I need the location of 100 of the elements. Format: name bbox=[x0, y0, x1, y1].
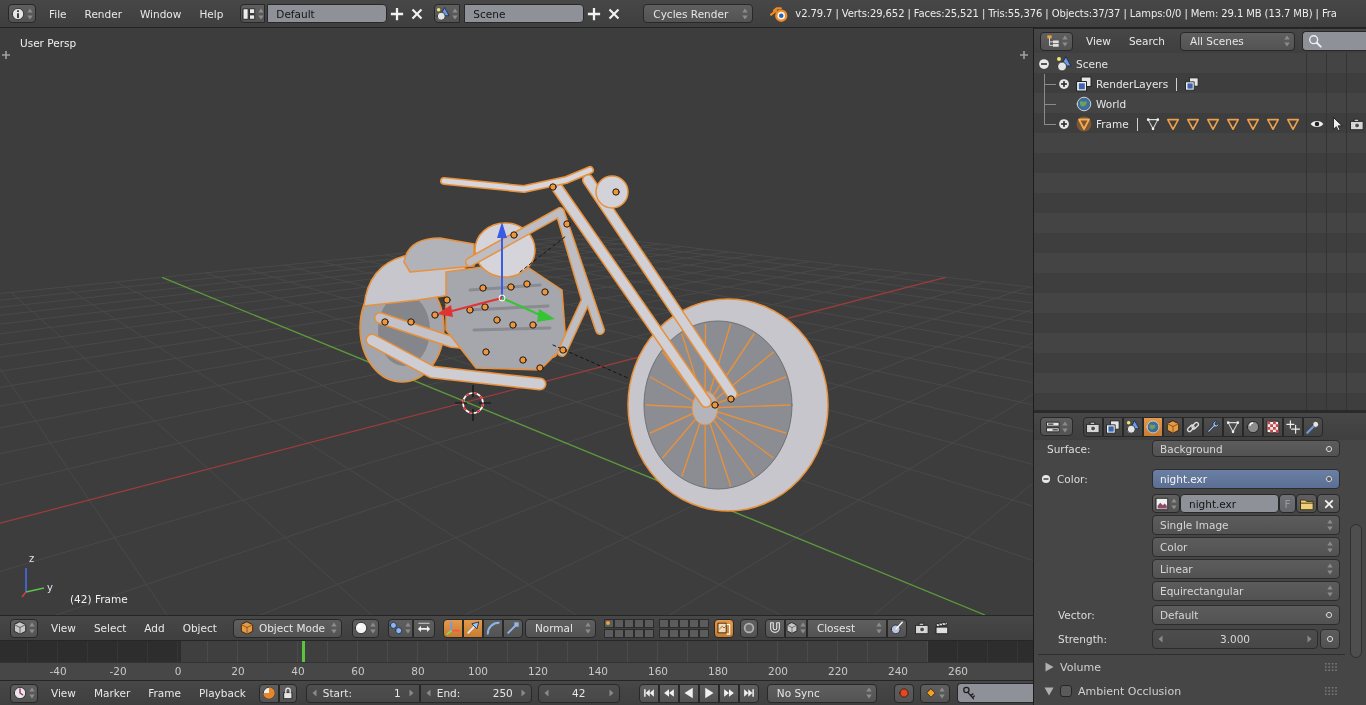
playhead[interactable] bbox=[301, 641, 305, 662]
triangle-icon[interactable] bbox=[1165, 117, 1180, 131]
orientation-dropdown[interactable]: Normal bbox=[524, 618, 596, 638]
image-stack-icon[interactable] bbox=[1185, 77, 1200, 91]
scene-field[interactable]: Scene bbox=[464, 4, 585, 23]
start-frame-field[interactable]: Start: 1 bbox=[305, 683, 420, 703]
menu-item[interactable]: Select bbox=[84, 618, 136, 638]
proportional-edit-button[interactable] bbox=[739, 618, 758, 638]
context-tab[interactable] bbox=[1143, 416, 1163, 437]
playback-button[interactable] bbox=[658, 683, 679, 703]
checkbox[interactable] bbox=[1060, 685, 1072, 697]
playback-button[interactable] bbox=[698, 683, 719, 703]
grip-icon[interactable] bbox=[1325, 687, 1337, 695]
socket-button[interactable]: Background bbox=[1152, 440, 1340, 457]
triangle-icon[interactable] bbox=[1285, 117, 1300, 131]
scrollbar[interactable] bbox=[1350, 524, 1362, 658]
plus-icon[interactable] bbox=[2, 51, 10, 59]
manipulator-button[interactable] bbox=[442, 618, 463, 638]
triangle-icon[interactable] bbox=[1185, 117, 1200, 131]
tree-item-label[interactable]: Scene bbox=[1076, 58, 1108, 70]
menu-item[interactable]: Frame bbox=[139, 683, 190, 703]
panel-title[interactable]: Volume bbox=[1060, 660, 1101, 674]
menu-item[interactable]: View bbox=[42, 683, 85, 703]
dropdown[interactable]: Single Image bbox=[1152, 515, 1340, 535]
expand-icon[interactable] bbox=[1058, 118, 1070, 130]
screen-layout-button[interactable] bbox=[240, 4, 266, 23]
menu-item[interactable]: Help bbox=[190, 3, 233, 24]
plus-icon[interactable] bbox=[1020, 51, 1028, 59]
context-tab[interactable] bbox=[1103, 416, 1123, 437]
auto-keying-button[interactable] bbox=[893, 683, 914, 703]
manipulator-button[interactable] bbox=[482, 618, 503, 638]
expand-icon[interactable] bbox=[1058, 78, 1070, 90]
lock-layers-button[interactable] bbox=[713, 618, 734, 638]
panel-title[interactable]: Ambient Occlusion bbox=[1078, 684, 1182, 698]
menu-item[interactable]: Search bbox=[1119, 31, 1174, 51]
collapse-icon[interactable] bbox=[1041, 474, 1051, 484]
context-tab[interactable] bbox=[1083, 416, 1103, 437]
manipulator-button[interactable] bbox=[462, 618, 483, 638]
manipulator-button[interactable] bbox=[502, 618, 523, 638]
grip-icon[interactable] bbox=[1325, 663, 1337, 671]
unlink-button[interactable] bbox=[1317, 494, 1340, 513]
tree-item-label[interactable]: Frame bbox=[1096, 118, 1129, 130]
dropdown[interactable]: Equirectangular bbox=[1152, 581, 1340, 601]
context-tab[interactable] bbox=[1263, 416, 1283, 437]
snap-button[interactable] bbox=[764, 618, 785, 638]
socket-button[interactable] bbox=[1320, 629, 1340, 649]
pivot-button[interactable] bbox=[387, 618, 413, 638]
editor-type-button[interactable] bbox=[8, 4, 36, 23]
pointer-icon[interactable] bbox=[1330, 117, 1344, 131]
add-icon[interactable] bbox=[587, 6, 602, 21]
motorcycle-model[interactable] bbox=[359, 166, 829, 512]
editor-type-button[interactable] bbox=[1040, 31, 1073, 51]
dropdown[interactable]: Color bbox=[1152, 537, 1340, 557]
disclosure-triangle-icon[interactable] bbox=[1044, 686, 1054, 696]
end-frame-field[interactable]: End: 250 bbox=[419, 683, 532, 703]
playback-button[interactable] bbox=[718, 683, 739, 703]
add-icon[interactable] bbox=[390, 6, 405, 21]
mesh-icon[interactable] bbox=[1145, 117, 1160, 131]
disclosure-triangle-icon[interactable] bbox=[1044, 662, 1054, 672]
context-tab[interactable] bbox=[1183, 416, 1203, 437]
screen-layout-field[interactable]: Default bbox=[267, 4, 388, 23]
align-rotation-button[interactable] bbox=[886, 618, 907, 638]
pivot-toggle-button[interactable] bbox=[412, 618, 435, 638]
menu-item[interactable]: File bbox=[40, 3, 76, 24]
tree-item-label[interactable]: RenderLayers bbox=[1096, 78, 1169, 90]
keyframe-type-button[interactable] bbox=[919, 683, 950, 703]
triangle-icon[interactable] bbox=[1205, 117, 1220, 131]
menu-item[interactable]: Marker bbox=[84, 683, 140, 703]
close-icon[interactable] bbox=[411, 7, 424, 20]
display-mode-dropdown[interactable]: All Scenes bbox=[1180, 31, 1295, 51]
playback-button[interactable] bbox=[738, 683, 759, 703]
mode-dropdown[interactable]: Object Mode bbox=[232, 618, 342, 638]
render-engine-dropdown[interactable]: Cycles Render bbox=[643, 4, 754, 23]
current-frame-field[interactable]: 42 bbox=[537, 683, 620, 703]
scene-button[interactable] bbox=[434, 4, 461, 23]
camera-icon[interactable] bbox=[1350, 117, 1364, 131]
editor-type-button[interactable] bbox=[10, 618, 38, 638]
menu-item[interactable]: Playback bbox=[189, 683, 255, 703]
triangle-icon[interactable] bbox=[1265, 117, 1280, 131]
search-field[interactable] bbox=[1302, 31, 1366, 51]
menu-item[interactable]: Add bbox=[135, 618, 174, 638]
context-tab[interactable] bbox=[1203, 416, 1223, 437]
sync-mode-dropdown[interactable]: No Sync bbox=[766, 683, 877, 703]
shading-button[interactable] bbox=[351, 618, 379, 638]
snap-element-button[interactable] bbox=[784, 618, 807, 638]
context-tab[interactable] bbox=[1283, 416, 1303, 437]
image-name-field[interactable]: night.exr bbox=[1180, 494, 1279, 513]
layer-button[interactable] bbox=[603, 618, 614, 628]
playback-button[interactable] bbox=[638, 683, 659, 703]
menu-item[interactable]: Object bbox=[173, 618, 226, 638]
menu-item[interactable]: View bbox=[42, 618, 85, 638]
open-file-button[interactable] bbox=[1296, 494, 1317, 513]
dropdown[interactable]: Linear bbox=[1152, 559, 1340, 579]
collapse-icon[interactable] bbox=[1038, 58, 1050, 70]
keying-set-field[interactable] bbox=[956, 683, 1033, 703]
snap-target-dropdown[interactable]: Closest bbox=[806, 618, 887, 638]
menu-item[interactable]: View bbox=[1077, 31, 1120, 51]
triangle-icon[interactable] bbox=[1245, 117, 1260, 131]
editor-type-button[interactable] bbox=[10, 683, 38, 703]
tree-item-label[interactable]: World bbox=[1096, 98, 1127, 110]
